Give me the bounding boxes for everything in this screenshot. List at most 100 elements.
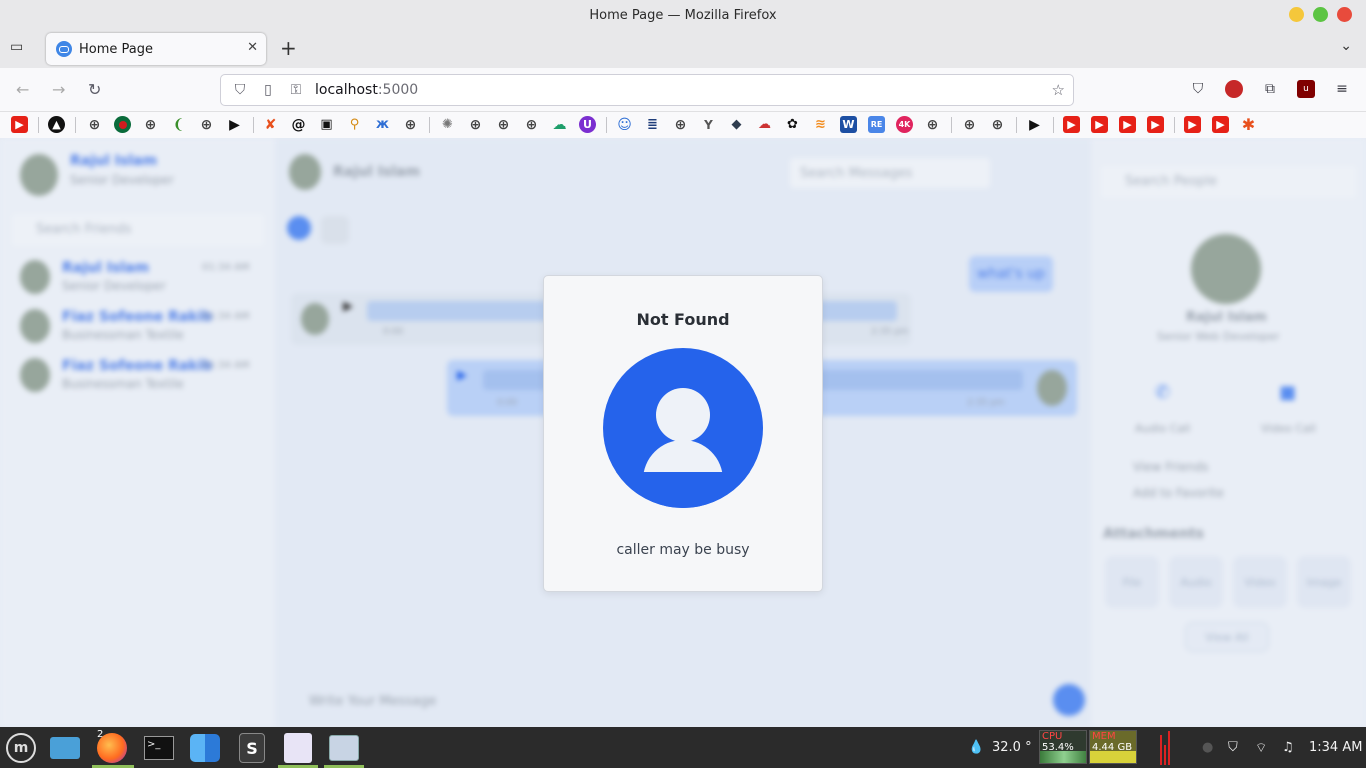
smiley-bookmark-icon[interactable]: ☺	[616, 116, 633, 133]
sublime-text-icon[interactable]: S	[235, 731, 269, 765]
url-bar[interactable]: ⛉ ▯ ⚿ localhost:5000 ☆	[220, 74, 1074, 106]
globe-bookmark-icon[interactable]: ⊕	[924, 116, 941, 133]
linux-mint-menu-icon[interactable]: m	[4, 731, 38, 765]
youtube-bookmark-icon[interactable]: ▶	[1119, 116, 1136, 133]
maximize-button[interactable]	[1313, 7, 1328, 22]
attach-audio-card[interactable]: Audio	[1169, 556, 1223, 608]
globe-bookmark-icon[interactable]: ⊕	[961, 116, 978, 133]
finder-icon[interactable]	[188, 731, 222, 765]
tab-close-icon[interactable]: ✕	[247, 40, 258, 55]
url-host: localhost	[315, 82, 378, 98]
music-icon[interactable]: ♫	[1282, 740, 1294, 755]
friend-avatar	[20, 260, 50, 294]
globe-bookmark-icon[interactable]: ⊕	[989, 116, 1006, 133]
shield-tray-icon[interactable]: ⛉	[1228, 740, 1238, 755]
add-to-favorite-link[interactable]: Add to Favorite	[1133, 486, 1224, 500]
profile-role: Senior Web Developer	[1157, 330, 1280, 343]
globe-bookmark-icon[interactable]: ⊕	[86, 116, 103, 133]
search-people-input[interactable]: Search People	[1101, 166, 1356, 198]
search-friends-input[interactable]: Search Friends	[12, 214, 264, 246]
flag-bookmark-icon[interactable]	[114, 116, 131, 133]
a-bookmark-icon[interactable]: ▲	[48, 116, 65, 133]
reload-icon[interactable]: ↻	[88, 80, 101, 99]
tab-home-page[interactable]: Home Page ✕	[46, 33, 266, 65]
cloud-red-bookmark-icon[interactable]: ☁	[756, 116, 773, 133]
panda-bookmark-icon[interactable]: ✿	[784, 116, 801, 133]
butterfly-bookmark-icon[interactable]: ж	[374, 116, 391, 133]
youtube-bookmark-icon[interactable]: ▶	[1091, 116, 1108, 133]
files-icon[interactable]	[48, 731, 82, 765]
memory-monitor[interactable]: MEM 4.44 GB	[1089, 730, 1137, 764]
page-icon[interactable]: ▯	[259, 82, 277, 98]
list-all-tabs-icon[interactable]: ⌄	[1340, 38, 1352, 54]
y-bookmark-icon[interactable]: Y	[700, 116, 717, 133]
attach-video-card[interactable]: Video	[1233, 556, 1287, 608]
shield-icon[interactable]: ⛉	[231, 82, 249, 98]
ublock-icon[interactable]: u	[1297, 80, 1315, 98]
play-icon[interactable]: ▶	[343, 299, 353, 314]
youtube-bookmark-icon[interactable]: ▶	[1147, 116, 1164, 133]
x-bookmark-icon[interactable]: ✘	[262, 116, 279, 133]
stack-bookmark-icon[interactable]: ≣	[644, 116, 661, 133]
play-bookmark-icon[interactable]: ▶	[226, 116, 243, 133]
globe-bookmark-icon[interactable]: ⊕	[523, 116, 540, 133]
forward-icon[interactable]: →	[52, 80, 65, 99]
globe-bookmark-icon[interactable]: ⊕	[198, 116, 215, 133]
search-messages-input[interactable]: Search Messages	[790, 158, 990, 188]
play-icon[interactable]: ▶	[457, 368, 467, 383]
view-all-button[interactable]: View All	[1185, 622, 1269, 652]
menu-icon[interactable]: ≡	[1333, 80, 1351, 98]
attach-image-card[interactable]: Image	[1297, 556, 1351, 608]
friend-time: 01:34 AM	[202, 262, 250, 273]
clock-text[interactable]: 1:34 AM	[1309, 740, 1362, 755]
u-bookmark-icon[interactable]: U	[579, 116, 596, 133]
globe-bookmark-icon[interactable]: ⊕	[402, 116, 419, 133]
new-tab-button[interactable]: +	[280, 36, 297, 60]
extension-red-icon[interactable]	[1225, 80, 1243, 98]
minimize-button[interactable]	[1289, 7, 1304, 22]
firefox-view-icon[interactable]: ▭	[10, 39, 30, 59]
bulb-icon[interactable]: ●	[1202, 740, 1213, 755]
play-bookmark-icon[interactable]: ▶	[1026, 116, 1043, 133]
terminal-icon[interactable]: >_	[142, 731, 176, 765]
attach-file-card[interactable]: File	[1105, 556, 1159, 608]
back-icon[interactable]: ←	[16, 80, 29, 99]
youtube-bookmark-icon[interactable]: ▶	[1184, 116, 1201, 133]
globe-bookmark-icon[interactable]: ⊕	[142, 116, 159, 133]
bookmark-separator	[951, 117, 952, 133]
youtube-bookmark-icon[interactable]: ▶	[1212, 116, 1229, 133]
bus-bookmark-icon[interactable]: ▣	[318, 116, 335, 133]
globe-bookmark-icon[interactable]: ⊕	[495, 116, 512, 133]
view-friends-link[interactable]: View Friends	[1133, 460, 1208, 474]
my-avatar[interactable]	[20, 154, 58, 196]
search-bookmark-icon[interactable]: ⚲	[346, 116, 363, 133]
word-bookmark-icon[interactable]: W	[840, 116, 857, 133]
stackoverflow-bookmark-icon[interactable]: ≋	[812, 116, 829, 133]
vscode-icon[interactable]	[281, 731, 315, 765]
extensions-icon[interactable]: ⧉	[1261, 80, 1279, 98]
search-friends-placeholder: Search Friends	[36, 222, 132, 237]
globe-bookmark-icon[interactable]: ⊕	[672, 116, 689, 133]
repo-bookmark-icon[interactable]: RE	[868, 116, 885, 133]
firefox-taskbar-icon[interactable]: 2	[95, 729, 129, 765]
pocket-icon[interactable]: ⛉	[1189, 80, 1207, 98]
layers-bookmark-icon[interactable]: ◆	[728, 116, 745, 133]
wifi-icon[interactable]: ⌔	[1255, 740, 1267, 756]
bookmark-star-icon[interactable]: ☆	[1052, 81, 1065, 99]
globe-bookmark-icon[interactable]: ⊕	[467, 116, 484, 133]
permissions-icon[interactable]: ⚿	[287, 82, 305, 98]
gear-bookmark-icon[interactable]: ✺	[439, 116, 456, 133]
4k-bookmark-icon[interactable]: 4K	[896, 116, 913, 133]
asterisk-bookmark-icon[interactable]: ✱	[1240, 115, 1257, 134]
message-input[interactable]: Write Your Message	[309, 694, 436, 709]
at-bookmark-icon[interactable]: @	[290, 116, 307, 133]
screenshot-icon[interactable]	[327, 731, 361, 765]
cpu-monitor[interactable]: CPU 53.4%	[1039, 730, 1087, 764]
youtube-bookmark-icon[interactable]: ▶	[1063, 116, 1080, 133]
youtube-bookmark-icon[interactable]: ▶	[11, 116, 28, 133]
send-button[interactable]	[1053, 684, 1085, 716]
close-window-button[interactable]	[1337, 7, 1352, 22]
cloud-bookmark-icon[interactable]: ☁	[551, 116, 568, 133]
firefox-window-count: 2	[97, 729, 104, 740]
swoosh-bookmark-icon[interactable]: ❨	[170, 116, 187, 133]
